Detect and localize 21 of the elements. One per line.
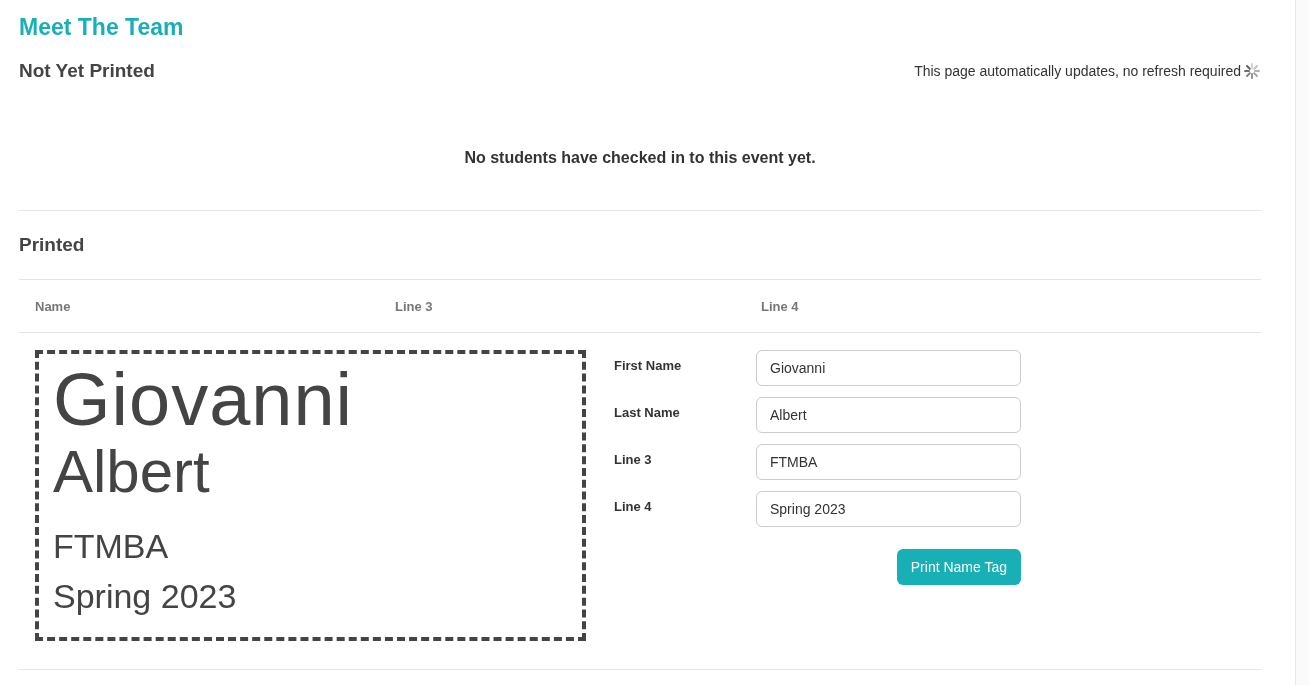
text-input[interactable]: Giovanni bbox=[756, 350, 1021, 386]
tag-first-name: Giovanni bbox=[53, 360, 355, 440]
tag-last-name: Albert bbox=[53, 440, 211, 504]
page-title: Meet The Team bbox=[19, 13, 185, 42]
section-heading: Printed bbox=[19, 233, 86, 257]
auto-update-notice: This page automatically updates, no refresh required bbox=[914, 61, 1241, 81]
empty-message: No students have checked in to this event yet. bbox=[464, 148, 816, 168]
text-input[interactable]: Albert bbox=[756, 397, 1021, 433]
text-input[interactable]: Spring 2023 bbox=[756, 491, 1021, 527]
field-label: Line 4 bbox=[614, 498, 653, 516]
column-header: Line 4 bbox=[761, 299, 799, 314]
column-header: Line 3 bbox=[395, 299, 433, 314]
text-input[interactable]: FTMBA bbox=[756, 444, 1021, 480]
field-label: Line 3 bbox=[614, 451, 653, 469]
field-label: First Name bbox=[614, 357, 683, 375]
column-header: Name bbox=[35, 299, 71, 314]
tag-line-4: Spring 2023 bbox=[53, 576, 238, 616]
field-label: Last Name bbox=[614, 404, 681, 422]
section-heading: Not Yet Printed bbox=[19, 59, 155, 83]
spinner-icon bbox=[1243, 62, 1261, 80]
tag-line-3: FTMBA bbox=[53, 526, 170, 566]
